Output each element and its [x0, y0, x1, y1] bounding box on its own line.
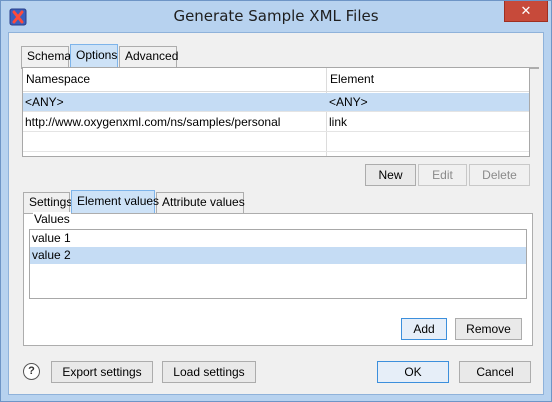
delete-button[interactable]: Delete [469, 164, 530, 186]
tab-advanced[interactable]: Advanced [119, 46, 178, 67]
values-list[interactable]: value 1 value 2 [29, 229, 527, 299]
namespace-table[interactable]: Namespace Element <ANY> <ANY> http://www… [22, 67, 530, 157]
cancel-button[interactable]: Cancel [459, 361, 531, 383]
column-header-namespace[interactable]: Namespace [23, 68, 326, 92]
namespace-cell: <ANY> [25, 95, 64, 109]
tab-attribute-values[interactable]: Attribute values [156, 192, 245, 213]
help-icon[interactable]: ? [23, 363, 40, 380]
element-cell: <ANY> [329, 95, 368, 109]
window-title: Generate Sample XML Files [173, 7, 379, 25]
tab-options[interactable]: Options [70, 44, 118, 67]
ok-button[interactable]: OK [377, 361, 449, 383]
table-header: Namespace Element [23, 68, 529, 92]
element-cell: link [329, 115, 348, 129]
dialog-window: Generate Sample XML Files ✕ Schema Optio… [0, 0, 552, 402]
sub-tab-strip: Settings Element values Attribute values [23, 190, 283, 213]
tab-schema[interactable]: Schema [21, 46, 71, 67]
table-row[interactable]: http://www.oxygenxml.com/ns/samples/pers… [23, 113, 529, 132]
column-header-element[interactable]: Element [327, 68, 527, 92]
load-settings-button[interactable]: Load settings [162, 361, 256, 383]
element-values-panel: Values value 1 value 2 Add Remove [23, 212, 533, 346]
values-group-label: Values [33, 212, 71, 226]
tab-element-values[interactable]: Element values [71, 190, 159, 213]
remove-button[interactable]: Remove [455, 318, 522, 340]
close-button[interactable]: ✕ [504, 1, 548, 22]
main-tab-strip: Schema Options Advanced [21, 44, 321, 67]
table-row[interactable]: <ANY> <ANY> [23, 93, 529, 112]
export-settings-button[interactable]: Export settings [51, 361, 153, 383]
list-item[interactable]: value 1 [30, 230, 526, 247]
namespace-cell: http://www.oxygenxml.com/ns/samples/pers… [25, 115, 281, 129]
list-item[interactable]: value 2 [30, 247, 526, 264]
new-button[interactable]: New [365, 164, 416, 186]
title-bar: Generate Sample XML Files ✕ [1, 1, 551, 32]
close-icon: ✕ [520, 3, 532, 18]
table-row-empty [23, 133, 529, 152]
add-button[interactable]: Add [401, 318, 447, 340]
tab-settings[interactable]: Settings [23, 192, 72, 213]
dialog-client-area: Schema Options Advanced Namespace Elemen… [8, 32, 544, 395]
edit-button[interactable]: Edit [418, 164, 467, 186]
